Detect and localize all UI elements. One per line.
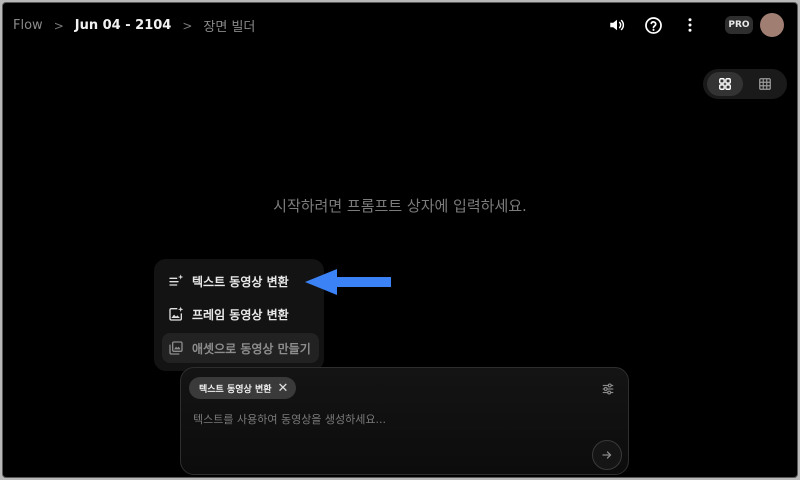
chevron-right-icon: > <box>182 18 193 33</box>
image-sparkle-icon <box>167 305 185 323</box>
speaker-icon[interactable] <box>607 15 627 35</box>
mode-frame-to-video[interactable]: 프레임 동영상 변환 <box>162 299 319 329</box>
send-button[interactable] <box>592 440 622 470</box>
assets-icon <box>167 339 185 357</box>
arrow-right-icon <box>602 451 612 459</box>
pro-badge[interactable]: PRO <box>725 16 753 34</box>
empty-state-message: 시작하려면 프롬프트 상자에 입력하세요. <box>273 197 527 215</box>
mode-assets-to-video[interactable]: 애셋으로 동영상 만들기 <box>162 333 319 363</box>
sliders-icon[interactable] <box>599 380 617 398</box>
table-icon <box>759 78 771 90</box>
prompt-input[interactable] <box>191 408 595 430</box>
app-window: Flow > Jun 04 - 2104 > 장면 빌더 PRO 시작하려면 프… <box>2 2 798 478</box>
grid-icon <box>719 78 731 90</box>
mode-label: 텍스트 동영상 변환 <box>192 274 289 289</box>
mode-text-to-video[interactable]: 텍스트 동영상 변환 <box>162 266 319 296</box>
prompt-composer: 텍스트 동영상 변환 ✕ <box>180 367 629 475</box>
mode-chip-label: 텍스트 동영상 변환 <box>199 384 272 395</box>
grid-view-button[interactable] <box>707 72 743 96</box>
avatar[interactable] <box>760 13 784 37</box>
breadcrumb-project[interactable]: Jun 04 - 2104 <box>75 18 172 33</box>
table-view-button[interactable] <box>747 72 783 96</box>
breadcrumb-scene-builder[interactable]: 장면 빌더 <box>203 16 255 35</box>
mode-label: 프레임 동영상 변환 <box>192 307 289 322</box>
header: Flow > Jun 04 - 2104 > 장면 빌더 PRO <box>3 3 797 47</box>
mode-chip[interactable]: 텍스트 동영상 변환 ✕ <box>189 377 297 399</box>
breadcrumb-flow[interactable]: Flow <box>13 18 43 33</box>
help-circle-icon[interactable] <box>643 15 663 35</box>
blue-arrow-annotation <box>305 269 391 295</box>
view-toggle <box>703 69 787 99</box>
breadcrumb: Flow > Jun 04 - 2104 > 장면 빌더 <box>13 16 255 35</box>
text-sparkle-icon <box>167 272 185 290</box>
close-icon[interactable]: ✕ <box>278 382 289 395</box>
chevron-right-icon: > <box>53 18 64 33</box>
generation-mode-menu: 텍스트 동영상 변환 프레임 동영상 변환 애셋으로 동영상 만들기 <box>154 259 324 371</box>
more-vertical-icon[interactable] <box>680 15 700 35</box>
mode-label: 애셋으로 동영상 만들기 <box>192 341 311 356</box>
